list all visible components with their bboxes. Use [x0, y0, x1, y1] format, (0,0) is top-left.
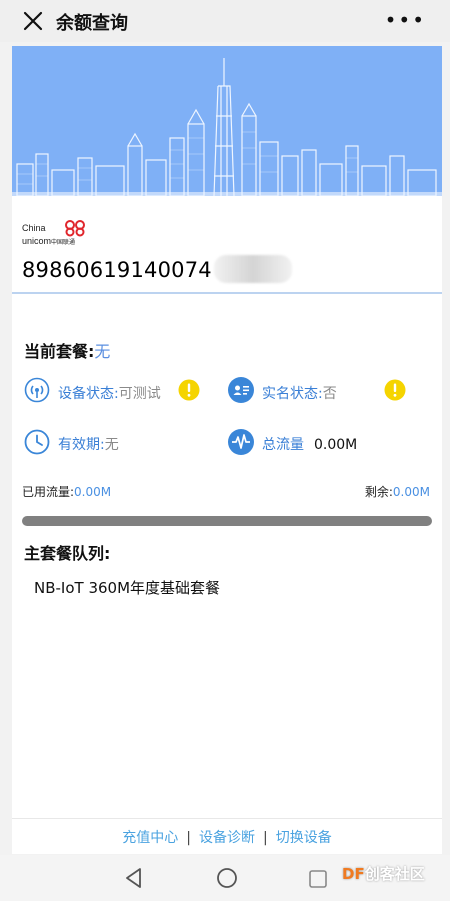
footer-separator: | — [263, 830, 268, 846]
clock-icon — [24, 429, 50, 455]
footer-separator: | — [186, 830, 191, 846]
package-queue-item: NB-IoT 360M年度基础套餐 — [34, 579, 221, 597]
realname-warning-icon[interactable] — [384, 379, 406, 401]
city-banner — [12, 46, 442, 196]
remaining-traffic-label: 剩余: — [364, 485, 393, 499]
device-status: 设备状态:可测试 — [58, 383, 161, 403]
watermark-df: DF — [342, 865, 365, 883]
watermark-rest: 创客社区 — [364, 865, 425, 883]
used-traffic-label: 已用流量: — [22, 485, 75, 499]
brand-line2-en: unicom — [22, 236, 52, 246]
current-package-value: 无 — [94, 342, 111, 361]
signal-icon — [24, 377, 50, 403]
brand-line2: unicom中国联通 — [22, 236, 75, 246]
usage-progress-bar — [22, 516, 432, 526]
device-diagnosis-link[interactable]: 设备诊断 — [199, 830, 255, 846]
remaining-traffic-value: 0.00M — [392, 485, 430, 499]
header-divider — [12, 292, 442, 294]
used-traffic: 已用流量:0.00M — [22, 483, 111, 500]
footer-divider — [12, 818, 442, 819]
used-traffic-value: 0.00M — [74, 485, 112, 499]
skyline-illustration — [12, 58, 442, 196]
validity-label: 有效期: — [58, 437, 105, 453]
home-icon[interactable] — [216, 867, 238, 889]
validity: 有效期:无 — [58, 434, 119, 454]
realname-status-value: 否 — [322, 386, 337, 402]
page-title: 余额查询 — [56, 13, 128, 34]
brand-line2-cn: 中国联通 — [51, 240, 76, 246]
back-icon[interactable] — [124, 867, 144, 889]
realname-status-label: 实名状态: — [262, 386, 323, 402]
footer-links: 充值中心 | 设备诊断 | 切换设备 — [12, 827, 442, 847]
brand-line1: China — [22, 223, 46, 233]
id-card-icon — [228, 377, 254, 403]
more-menu-button[interactable]: ••• — [385, 8, 426, 32]
china-unicom-logo: China unicom中国联通 — [22, 219, 92, 249]
total-traffic: 总流量 0.00M — [262, 434, 357, 454]
close-icon[interactable] — [22, 10, 44, 32]
iccid-number: 89860619140074 — [22, 258, 212, 282]
title-bar: 余额查询 ••• — [0, 0, 450, 42]
remaining-traffic: 剩余:0.00M — [365, 483, 430, 500]
df-watermark: DF创客社区 — [342, 863, 425, 884]
recharge-center-link[interactable]: 充值中心 — [122, 830, 178, 846]
validity-value: 无 — [104, 437, 119, 453]
content-card: China unicom中国联通 89860619140074 当前套餐:无 设… — [12, 46, 442, 854]
switch-device-link[interactable]: 切换设备 — [276, 830, 332, 846]
device-status-value: 可测试 — [118, 386, 161, 402]
current-package: 当前套餐:无 — [24, 338, 110, 362]
total-traffic-label: 总流量 — [262, 437, 304, 453]
realname-status: 实名状态:否 — [262, 383, 337, 403]
package-queue-title: 主套餐队列: — [24, 544, 111, 563]
unicom-knot-icon — [65, 220, 85, 237]
device-status-label: 设备状态: — [58, 386, 119, 402]
redacted-mask — [214, 255, 292, 283]
total-traffic-value: 0.00M — [314, 437, 358, 453]
system-nav-bar: DF创客社区 — [0, 855, 450, 901]
current-package-label: 当前套餐: — [24, 342, 95, 361]
pulse-icon — [228, 429, 254, 455]
recent-apps-icon[interactable] — [308, 869, 328, 889]
device-warning-icon[interactable] — [178, 379, 200, 401]
